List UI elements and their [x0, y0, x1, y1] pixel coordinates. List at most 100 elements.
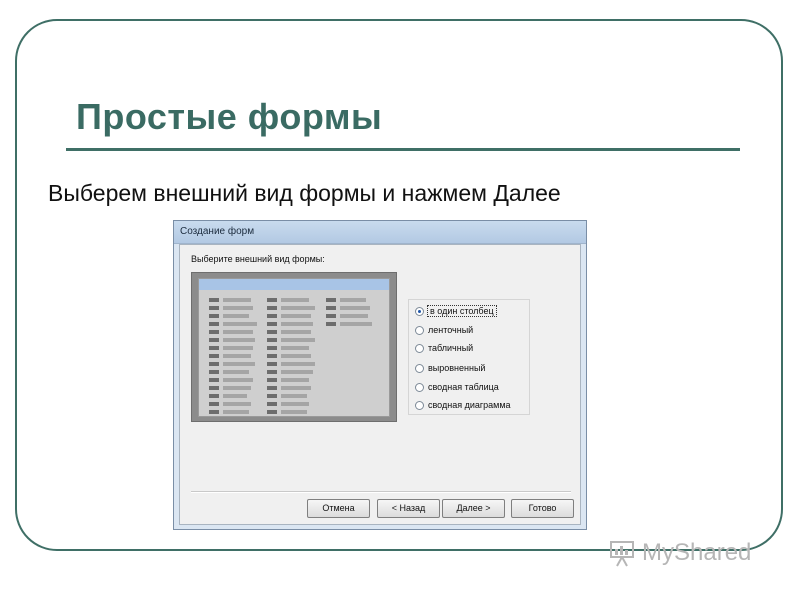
slide-title: Простые формы [76, 96, 383, 137]
preview-field-box [281, 314, 311, 318]
preview-field-box [281, 298, 309, 302]
preview-field-box [281, 394, 307, 398]
preview-field-box [281, 402, 309, 406]
preview-field-box [281, 338, 315, 342]
radio-button[interactable] [415, 325, 424, 335]
option-label: выровненный [428, 363, 486, 373]
option-label: в один столбец [427, 305, 497, 317]
preview-field-box [223, 298, 251, 302]
preview-field-label [209, 338, 219, 342]
layout-preview [191, 272, 397, 422]
preview-field-label [209, 370, 219, 374]
layout-prompt: Выберите внешний вид формы: [191, 254, 325, 264]
preview-field-label [267, 346, 277, 350]
preview-field-label [209, 386, 219, 390]
preview-field-label [209, 394, 219, 398]
next-button[interactable]: Далее > [442, 499, 505, 518]
preview-field-label [209, 354, 219, 358]
preview-field-box [281, 322, 313, 326]
preview-field-box [223, 338, 255, 342]
preview-field-label [267, 306, 277, 310]
preview-field-label [209, 410, 219, 414]
layout-options-group: в один столбец ленточный табличный выров… [408, 299, 530, 415]
dialog-titlebar[interactable]: Создание форм [174, 221, 586, 244]
preview-field-label [209, 402, 219, 406]
radio-button[interactable] [415, 306, 424, 316]
preview-field-box [340, 306, 370, 310]
preview-field-box [281, 330, 311, 334]
preview-field-box [223, 402, 251, 406]
preview-field-label [267, 410, 277, 414]
radio-button[interactable] [415, 363, 424, 373]
preview-field-box [223, 330, 253, 334]
preview-field-label [267, 362, 277, 366]
preview-field-box [223, 322, 257, 326]
preview-field-label [267, 394, 277, 398]
option-label: сводная таблица [428, 382, 499, 392]
preview-field-box [223, 314, 249, 318]
preview-field-label [209, 306, 219, 310]
preview-field-label [209, 362, 219, 366]
preview-field-label [209, 322, 219, 326]
preview-field-label [267, 402, 277, 406]
preview-header-bar [199, 279, 389, 290]
preview-field-label [209, 378, 219, 382]
preview-field-label [326, 314, 336, 318]
preview-field-label [267, 338, 277, 342]
preview-field-label [209, 298, 219, 302]
preview-field-box [281, 378, 309, 382]
back-button[interactable]: < Назад [377, 499, 440, 518]
preview-field-box [340, 322, 372, 326]
preview-field-label [267, 298, 277, 302]
preview-field-box [281, 410, 307, 414]
preview-field-label [267, 370, 277, 374]
preview-field-box [223, 362, 255, 366]
preview-field-label [326, 322, 336, 326]
preview-field-box [281, 370, 313, 374]
preview-field-box [223, 306, 253, 310]
preview-field-label [267, 378, 277, 382]
cancel-button[interactable]: Отмена [307, 499, 370, 518]
option-columnar[interactable]: в один столбец [415, 304, 497, 318]
preview-field-box [223, 354, 251, 358]
option-tabular[interactable]: ленточный [415, 323, 473, 337]
preview-field-label [267, 314, 277, 318]
presentation-board-icon [610, 541, 634, 567]
preview-field-label [209, 346, 219, 350]
preview-field-box [223, 386, 251, 390]
watermark: MyShared [608, 538, 751, 568]
preview-field-label [209, 330, 219, 334]
preview-field-box [223, 370, 249, 374]
option-pivot-chart[interactable]: сводная диаграмма [415, 398, 511, 412]
preview-field-box [340, 298, 366, 302]
layout-preview-canvas [198, 278, 390, 417]
preview-field-label [326, 298, 336, 302]
preview-field-box [223, 346, 253, 350]
preview-field-box [281, 346, 309, 350]
preview-field-box [281, 362, 315, 366]
option-label: табличный [428, 343, 474, 353]
preview-field-box [340, 314, 368, 318]
dialog-body: Выберите внешний вид формы: в один столб… [179, 244, 581, 525]
option-pivot-table[interactable]: сводная таблица [415, 380, 499, 394]
radio-button[interactable] [415, 400, 424, 410]
preview-field-box [281, 306, 315, 310]
preview-field-label [209, 314, 219, 318]
preview-field-box [223, 378, 253, 382]
preview-field-label [267, 354, 277, 358]
radio-button[interactable] [415, 343, 424, 353]
preview-field-label [326, 306, 336, 310]
preview-field-label [267, 330, 277, 334]
watermark-text: MyShared [642, 539, 752, 566]
option-label: ленточный [428, 325, 474, 335]
option-label: сводная диаграмма [428, 400, 511, 410]
finish-button[interactable]: Готово [511, 499, 574, 518]
option-justified[interactable]: выровненный [415, 361, 485, 375]
preview-field-label [267, 386, 277, 390]
option-datasheet[interactable]: табличный [415, 341, 473, 355]
preview-field-label [267, 322, 277, 326]
button-separator [191, 491, 571, 493]
preview-field-box [223, 394, 247, 398]
radio-button[interactable] [415, 382, 424, 392]
preview-field-box [223, 410, 249, 414]
